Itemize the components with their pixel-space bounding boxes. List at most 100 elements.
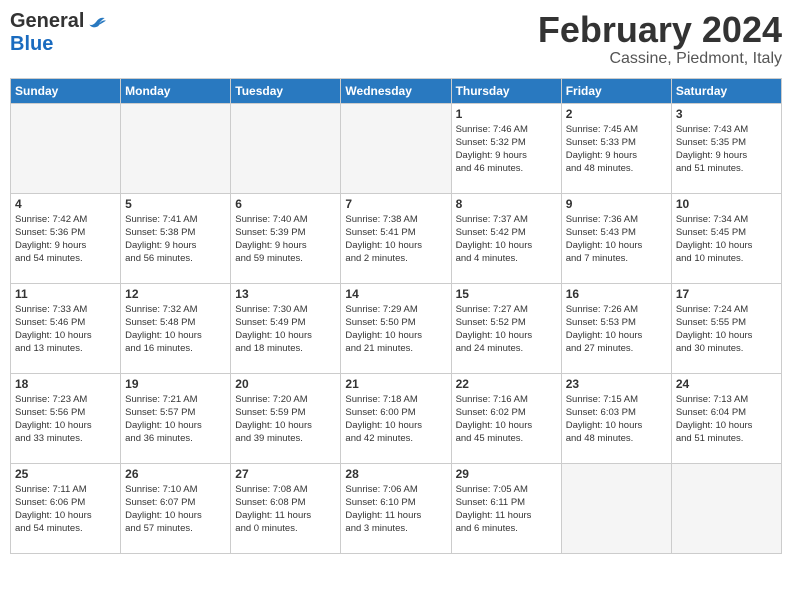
calendar-day-cell: 27 Sunrise: 7:08 AM Sunset: 6:08 PM Dayli… [231, 463, 341, 553]
day-number: 22 [456, 377, 557, 391]
day-number: 12 [125, 287, 226, 301]
day-number: 25 [15, 467, 116, 481]
day-detail: Sunrise: 7:30 AM Sunset: 5:49 PM Dayligh… [235, 303, 336, 356]
calendar-day-cell: 3Sunrise: 7:43 AM Sunset: 5:35 PM Daylig… [671, 103, 781, 193]
calendar-day-cell: 18 Sunrise: 7:23 AM Sunset: 5:56 PM Dayli… [11, 373, 121, 463]
calendar-day-cell: 21Sunrise: 7:18 AM Sunset: 6:00 PM Dayli… [341, 373, 451, 463]
calendar-day-cell: 11 Sunrise: 7:33 AM Sunset: 5:46 PM Dayli… [11, 283, 121, 373]
day-detail: Sunrise: 7:32 AM Sunset: 5:48 PM Dayligh… [125, 303, 226, 356]
day-detail: Sunrise: 7:20 AM Sunset: 5:59 PM Dayligh… [235, 393, 336, 446]
day-number: 24 [676, 377, 777, 391]
day-number: 23 [566, 377, 667, 391]
calendar-day-cell: 17 Sunrise: 7:24 AM Sunset: 5:55 PM Dayli… [671, 283, 781, 373]
day-number: 9 [566, 197, 667, 211]
calendar-week-row: 25 Sunrise: 7:11 AM Sunset: 6:06 PM Dayli… [11, 463, 782, 553]
day-number: 3 [676, 107, 777, 121]
day-detail: Sunrise: 7:27 AM Sunset: 5:52 PM Dayligh… [456, 303, 557, 356]
day-detail: Sunrise: 7:23 AM Sunset: 5:56 PM Dayligh… [15, 393, 116, 446]
logo: General Blue [10, 10, 106, 56]
weekday-header-monday: Monday [121, 78, 231, 103]
day-detail: Sunrise: 7:46 AM Sunset: 5:32 PM Dayligh… [456, 123, 557, 176]
calendar-day-cell: 23 Sunrise: 7:15 AM Sunset: 6:03 PM Dayli… [561, 373, 671, 463]
day-number: 29 [456, 467, 557, 481]
day-detail: Sunrise: 7:34 AM Sunset: 5:45 PM Dayligh… [676, 213, 777, 266]
weekday-header-tuesday: Tuesday [231, 78, 341, 103]
calendar-day-cell [121, 103, 231, 193]
calendar-day-cell: 12 Sunrise: 7:32 AM Sunset: 5:48 PM Dayli… [121, 283, 231, 373]
day-detail: Sunrise: 7:41 AM Sunset: 5:38 PM Dayligh… [125, 213, 226, 266]
calendar-table: SundayMondayTuesdayWednesdayThursdayFrid… [10, 78, 782, 554]
day-detail: Sunrise: 7:36 AM Sunset: 5:43 PM Dayligh… [566, 213, 667, 266]
calendar-day-cell: 10 Sunrise: 7:34 AM Sunset: 5:45 PM Dayli… [671, 193, 781, 283]
day-detail: Sunrise: 7:08 AM Sunset: 6:08 PM Dayligh… [235, 483, 336, 536]
calendar-week-row: 4 Sunrise: 7:42 AM Sunset: 5:36 PM Daylig… [11, 193, 782, 283]
day-detail: Sunrise: 7:29 AM Sunset: 5:50 PM Dayligh… [345, 303, 446, 356]
day-number: 26 [125, 467, 226, 481]
day-detail: Sunrise: 7:38 AM Sunset: 5:41 PM Dayligh… [345, 213, 446, 266]
day-number: 20 [235, 377, 336, 391]
calendar-day-cell: 1 Sunrise: 7:46 AM Sunset: 5:32 PM Daylig… [451, 103, 561, 193]
day-detail: Sunrise: 7:26 AM Sunset: 5:53 PM Dayligh… [566, 303, 667, 356]
day-number: 16 [566, 287, 667, 301]
calendar-day-cell: 14 Sunrise: 7:29 AM Sunset: 5:50 PM Dayli… [341, 283, 451, 373]
day-number: 13 [235, 287, 336, 301]
day-number: 15 [456, 287, 557, 301]
calendar-day-cell: 6 Sunrise: 7:40 AM Sunset: 5:39 PM Daylig… [231, 193, 341, 283]
calendar-week-row: 11 Sunrise: 7:33 AM Sunset: 5:46 PM Dayli… [11, 283, 782, 373]
weekday-header-friday: Friday [561, 78, 671, 103]
day-number: 17 [676, 287, 777, 301]
calendar-week-row: 1 Sunrise: 7:46 AM Sunset: 5:32 PM Daylig… [11, 103, 782, 193]
day-number: 19 [125, 377, 226, 391]
weekday-header-row: SundayMondayTuesdayWednesdayThursdayFrid… [11, 78, 782, 103]
day-number: 5 [125, 197, 226, 211]
day-number: 7 [345, 197, 446, 211]
day-detail: Sunrise: 7:24 AM Sunset: 5:55 PM Dayligh… [676, 303, 777, 356]
calendar-day-cell [231, 103, 341, 193]
day-number: 18 [15, 377, 116, 391]
calendar-week-row: 18 Sunrise: 7:23 AM Sunset: 5:56 PM Dayli… [11, 373, 782, 463]
weekday-header-wednesday: Wednesday [341, 78, 451, 103]
day-detail: Sunrise: 7:06 AM Sunset: 6:10 PM Dayligh… [345, 483, 446, 536]
calendar-day-cell [671, 463, 781, 553]
day-number: 28 [345, 467, 446, 481]
day-number: 27 [235, 467, 336, 481]
title-area: February 2024 Cassine, Piedmont, Italy [538, 10, 782, 68]
day-detail: Sunrise: 7:42 AM Sunset: 5:36 PM Dayligh… [15, 213, 116, 266]
day-detail: Sunrise: 7:40 AM Sunset: 5:39 PM Dayligh… [235, 213, 336, 266]
weekday-header-thursday: Thursday [451, 78, 561, 103]
day-number: 1 [456, 107, 557, 121]
day-number: 4 [15, 197, 116, 211]
calendar-day-cell: 8 Sunrise: 7:37 AM Sunset: 5:42 PM Daylig… [451, 193, 561, 283]
calendar-day-cell: 4 Sunrise: 7:42 AM Sunset: 5:36 PM Daylig… [11, 193, 121, 283]
calendar-day-cell: 24Sunrise: 7:13 AM Sunset: 6:04 PM Dayli… [671, 373, 781, 463]
day-number: 10 [676, 197, 777, 211]
location-text: Cassine, Piedmont, Italy [538, 50, 782, 68]
logo-bird-icon [86, 12, 106, 32]
day-detail: Sunrise: 7:45 AM Sunset: 5:33 PM Dayligh… [566, 123, 667, 176]
day-number: 6 [235, 197, 336, 211]
calendar-day-cell: 7 Sunrise: 7:38 AM Sunset: 5:41 PM Daylig… [341, 193, 451, 283]
calendar-day-cell: 28 Sunrise: 7:06 AM Sunset: 6:10 PM Dayli… [341, 463, 451, 553]
day-detail: Sunrise: 7:05 AM Sunset: 6:11 PM Dayligh… [456, 483, 557, 536]
day-number: 21 [345, 377, 446, 391]
weekday-header-sunday: Sunday [11, 78, 121, 103]
day-detail: Sunrise: 7:15 AM Sunset: 6:03 PM Dayligh… [566, 393, 667, 446]
page-header: General Blue February 2024 Cassine, Pied… [10, 10, 782, 68]
day-detail: Sunrise: 7:11 AM Sunset: 6:06 PM Dayligh… [15, 483, 116, 536]
calendar-day-cell: 29 Sunrise: 7:05 AM Sunset: 6:11 PM Dayli… [451, 463, 561, 553]
day-number: 11 [15, 287, 116, 301]
month-title: February 2024 [538, 10, 782, 50]
day-detail: Sunrise: 7:33 AM Sunset: 5:46 PM Dayligh… [15, 303, 116, 356]
logo-blue-text: Blue [10, 33, 53, 56]
calendar-day-cell [561, 463, 671, 553]
calendar-day-cell: 16 Sunrise: 7:26 AM Sunset: 5:53 PM Dayli… [561, 283, 671, 373]
day-detail: Sunrise: 7:21 AM Sunset: 5:57 PM Dayligh… [125, 393, 226, 446]
calendar-day-cell: 26Sunrise: 7:10 AM Sunset: 6:07 PM Dayli… [121, 463, 231, 553]
logo-general-text: General [10, 10, 84, 33]
day-detail: Sunrise: 7:37 AM Sunset: 5:42 PM Dayligh… [456, 213, 557, 266]
calendar-day-cell [341, 103, 451, 193]
calendar-day-cell: 22Sunrise: 7:16 AM Sunset: 6:02 PM Dayli… [451, 373, 561, 463]
day-number: 14 [345, 287, 446, 301]
day-number: 8 [456, 197, 557, 211]
calendar-day-cell: 2Sunrise: 7:45 AM Sunset: 5:33 PM Daylig… [561, 103, 671, 193]
